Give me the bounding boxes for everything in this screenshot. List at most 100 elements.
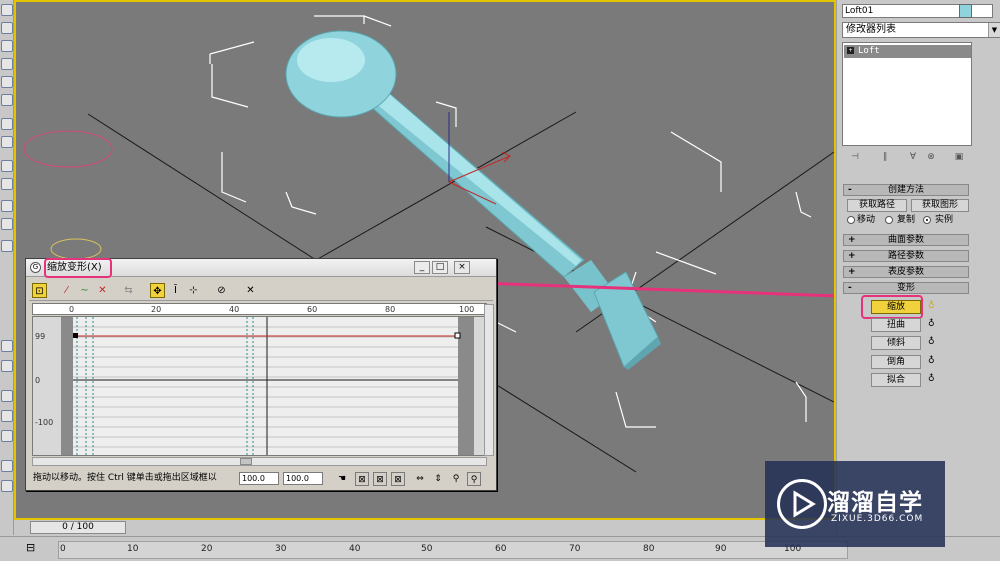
- time-slider[interactable]: 0 / 100: [30, 521, 126, 534]
- lightbulb-icon[interactable]: ♁: [928, 337, 936, 348]
- radio-instance[interactable]: [923, 216, 931, 224]
- get-path-button[interactable]: 获取路径: [847, 199, 907, 212]
- pan-icon[interactable]: ☚: [335, 472, 349, 486]
- spacewarp-icon[interactable]: [1, 340, 13, 352]
- minimize-icon[interactable]: _: [414, 261, 430, 274]
- zoom-vertical-extents-icon[interactable]: ⇕: [431, 472, 445, 486]
- scale-icon[interactable]: [1, 58, 13, 70]
- rollout-skin-params[interactable]: + 表皮参数: [843, 266, 969, 278]
- radio-copy[interactable]: [885, 216, 893, 224]
- mini-curve-editor-icon[interactable]: ⊟: [26, 541, 44, 555]
- display-x-axis-icon[interactable]: ⁄: [59, 283, 74, 298]
- deformation-graph[interactable]: 99 0 -100: [32, 316, 487, 456]
- rollout-path-params[interactable]: + 路径参数: [843, 250, 969, 262]
- rollout-deformations[interactable]: - 变形: [843, 282, 969, 294]
- frame-value-field[interactable]: 100.0: [239, 472, 279, 485]
- stack-item-loft[interactable]: + Loft: [844, 45, 971, 58]
- rollout-creation-method[interactable]: - 创建方法: [843, 184, 969, 196]
- ruler-tick: 80: [385, 305, 396, 314]
- light-icon[interactable]: [1, 218, 13, 230]
- make-unique-icon[interactable]: ∀: [906, 152, 920, 164]
- frame-label: 70: [569, 544, 581, 554]
- zoom-extents-icon[interactable]: ⊠: [355, 472, 369, 486]
- pin-stack-icon[interactable]: ⊣: [848, 152, 862, 164]
- app-icon: G: [30, 262, 41, 273]
- display-xy-axes-icon[interactable]: ✕: [95, 283, 110, 298]
- display-y-axis-icon[interactable]: ∼: [77, 283, 92, 298]
- graph-horizontal-scrollbar[interactable]: [32, 457, 487, 466]
- select-icon[interactable]: [1, 4, 13, 16]
- move-control-point-icon[interactable]: ✥: [150, 283, 165, 298]
- delete-control-point-icon[interactable]: ⊘: [214, 283, 229, 298]
- modifier-stack[interactable]: + Loft: [842, 42, 972, 146]
- curve-icon[interactable]: [1, 390, 13, 402]
- lightbulb-icon[interactable]: ♁: [928, 356, 936, 367]
- listener-icon[interactable]: [1, 480, 13, 492]
- insert-control-point-icon[interactable]: ⊹: [186, 283, 201, 298]
- control-point-end[interactable]: [454, 332, 461, 339]
- scale-deform-button[interactable]: 缩放: [871, 300, 921, 314]
- stack-item-label: Loft: [858, 46, 880, 56]
- schematic-icon[interactable]: [1, 410, 13, 422]
- lock-aspect-icon[interactable]: ⊡: [32, 283, 47, 298]
- time-slider-bar: 0 / 100: [14, 520, 836, 536]
- expand-icon[interactable]: +: [847, 47, 854, 54]
- system-icon[interactable]: [1, 360, 13, 372]
- scale-value-field[interactable]: 100.0: [283, 472, 323, 485]
- lightbulb-icon[interactable]: ♁: [928, 301, 936, 312]
- save-icon[interactable]: [1, 118, 13, 130]
- get-shape-button[interactable]: 获取图形: [911, 199, 969, 212]
- twist-deform-button[interactable]: 扭曲: [871, 318, 921, 332]
- scale-control-point-icon[interactable]: Ī: [168, 283, 183, 298]
- layer-icon[interactable]: [1, 136, 13, 148]
- control-point-start[interactable]: [73, 333, 78, 338]
- chevron-down-icon[interactable]: ▼: [988, 23, 1000, 37]
- stack-toolbar: ⊣ ∥ ∀ ⊗ ▣: [842, 150, 972, 166]
- zoom-horizontal-extents-icon[interactable]: ⇔: [413, 472, 427, 486]
- reset-curve-icon[interactable]: ✕: [243, 283, 258, 298]
- graph-vertical-scrollbar[interactable]: [484, 304, 494, 456]
- scroll-thumb[interactable]: [240, 458, 252, 465]
- modifier-list-dropdown[interactable]: 修改器列表 ▼: [842, 22, 1000, 38]
- fit-deform-button[interactable]: 拟合: [871, 373, 921, 387]
- rollout-surface-params[interactable]: + 曲面参数: [843, 234, 969, 246]
- zoom-region-icon[interactable]: ⚲: [467, 472, 481, 486]
- maximize-icon[interactable]: □: [432, 261, 448, 274]
- frame-label: 60: [495, 544, 507, 554]
- material-icon[interactable]: [1, 178, 13, 190]
- close-icon[interactable]: ×: [454, 261, 470, 274]
- rollout-creation-method-title: 创建方法: [887, 185, 924, 195]
- frame-label: 10: [127, 544, 139, 554]
- graph-canvas: [61, 317, 474, 455]
- radio-move[interactable]: [847, 216, 855, 224]
- status-prompt: 拖动以移动。按住 Ctrl 键单击或拖出区域框以: [33, 473, 217, 483]
- track-icon[interactable]: [1, 430, 13, 442]
- zoom-horizontal-icon[interactable]: ⊠: [373, 472, 387, 486]
- configure-sets-icon[interactable]: ▣: [952, 152, 966, 164]
- scale-deformation-window[interactable]: G 缩放变形(X) _ □ × ⊡ ⁄ ∼ ✕ ⇆ ✥ Ī ⊹ ⊘ ✕ 0 20…: [25, 258, 497, 491]
- lightbulb-icon[interactable]: ♁: [928, 319, 936, 330]
- swap-curves-icon[interactable]: ⇆: [121, 283, 136, 298]
- radio-copy-label: 复制: [897, 215, 916, 225]
- teeter-deform-button[interactable]: 倾斜: [871, 336, 921, 350]
- render-icon[interactable]: [1, 160, 13, 172]
- rotate-icon[interactable]: [1, 40, 13, 52]
- script-icon[interactable]: [1, 460, 13, 472]
- rollout-surface-params-title: 曲面参数: [887, 235, 924, 245]
- link-icon[interactable]: [1, 76, 13, 88]
- ruler-tick: 40: [229, 305, 240, 314]
- bevel-deform-button[interactable]: 倒角: [871, 355, 921, 369]
- show-end-result-icon[interactable]: ∥: [878, 152, 892, 164]
- frame-label: 0: [60, 544, 66, 554]
- lightbulb-icon[interactable]: ♁: [928, 374, 936, 385]
- zoom-vertical-icon[interactable]: ⊠: [391, 472, 405, 486]
- frame-ruler: 0 20 40 60 80 100: [32, 303, 487, 315]
- move-icon[interactable]: [1, 22, 13, 34]
- zoom-icon[interactable]: ⚲: [449, 472, 463, 486]
- remove-modifier-icon[interactable]: ⊗: [924, 152, 938, 164]
- snap-icon[interactable]: [1, 94, 13, 106]
- helper-icon[interactable]: [1, 240, 13, 252]
- track-bar-timeline[interactable]: [58, 541, 848, 559]
- object-color-swatch[interactable]: [959, 4, 972, 18]
- camera-icon[interactable]: [1, 200, 13, 212]
